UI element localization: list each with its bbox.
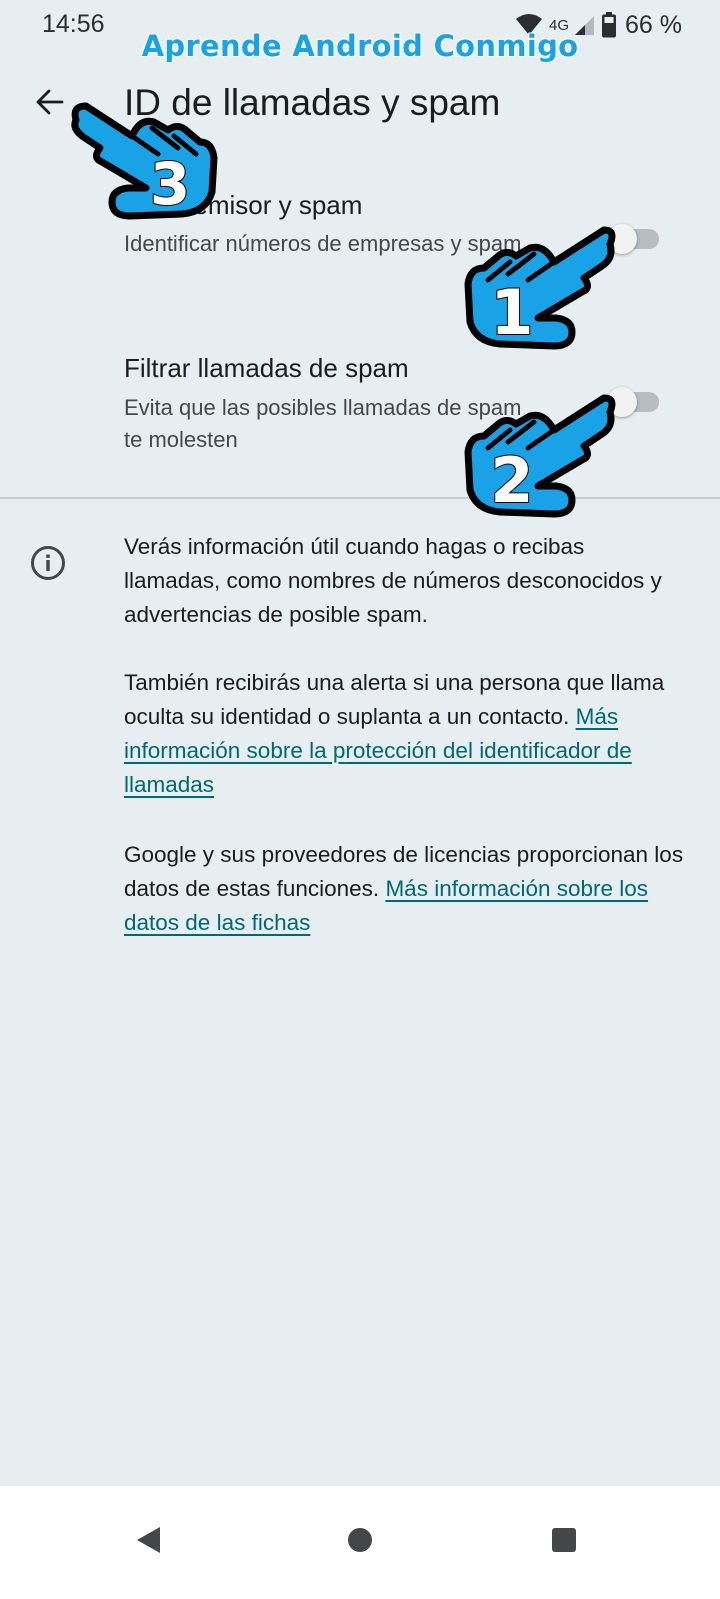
info-paragraph-3: Google y sus proveedores de licencias pr… [124, 838, 684, 940]
setting-title: Filtrar llamadas de spam [124, 353, 409, 383]
step-number: 3 [150, 150, 190, 218]
pointing-hand-3-icon: 3 [71, 102, 218, 220]
info-icon [30, 545, 66, 581]
info-paragraph-1: Verás información útil cuando hagas o re… [124, 530, 684, 632]
nav-back-button[interactable] [128, 1522, 168, 1562]
watermark-text: Aprende Android Conmigo [141, 29, 579, 63]
nav-home-icon [347, 1527, 373, 1558]
nav-home-button[interactable] [340, 1522, 380, 1562]
step-number: 1 [490, 276, 533, 349]
info-text: Verás información útil cuando hagas o re… [124, 534, 662, 627]
nav-recents-icon [551, 1527, 577, 1558]
step-number: 2 [490, 444, 533, 517]
info-paragraph-2: También recibirás una alerta si una pers… [124, 666, 684, 802]
navigation-bar [0, 1486, 720, 1599]
nav-back-icon [134, 1525, 162, 1560]
nav-recents-button[interactable] [544, 1522, 584, 1562]
pointing-hand-2-icon: 2 [464, 394, 616, 518]
pointing-hand-1-icon: 1 [464, 226, 616, 350]
